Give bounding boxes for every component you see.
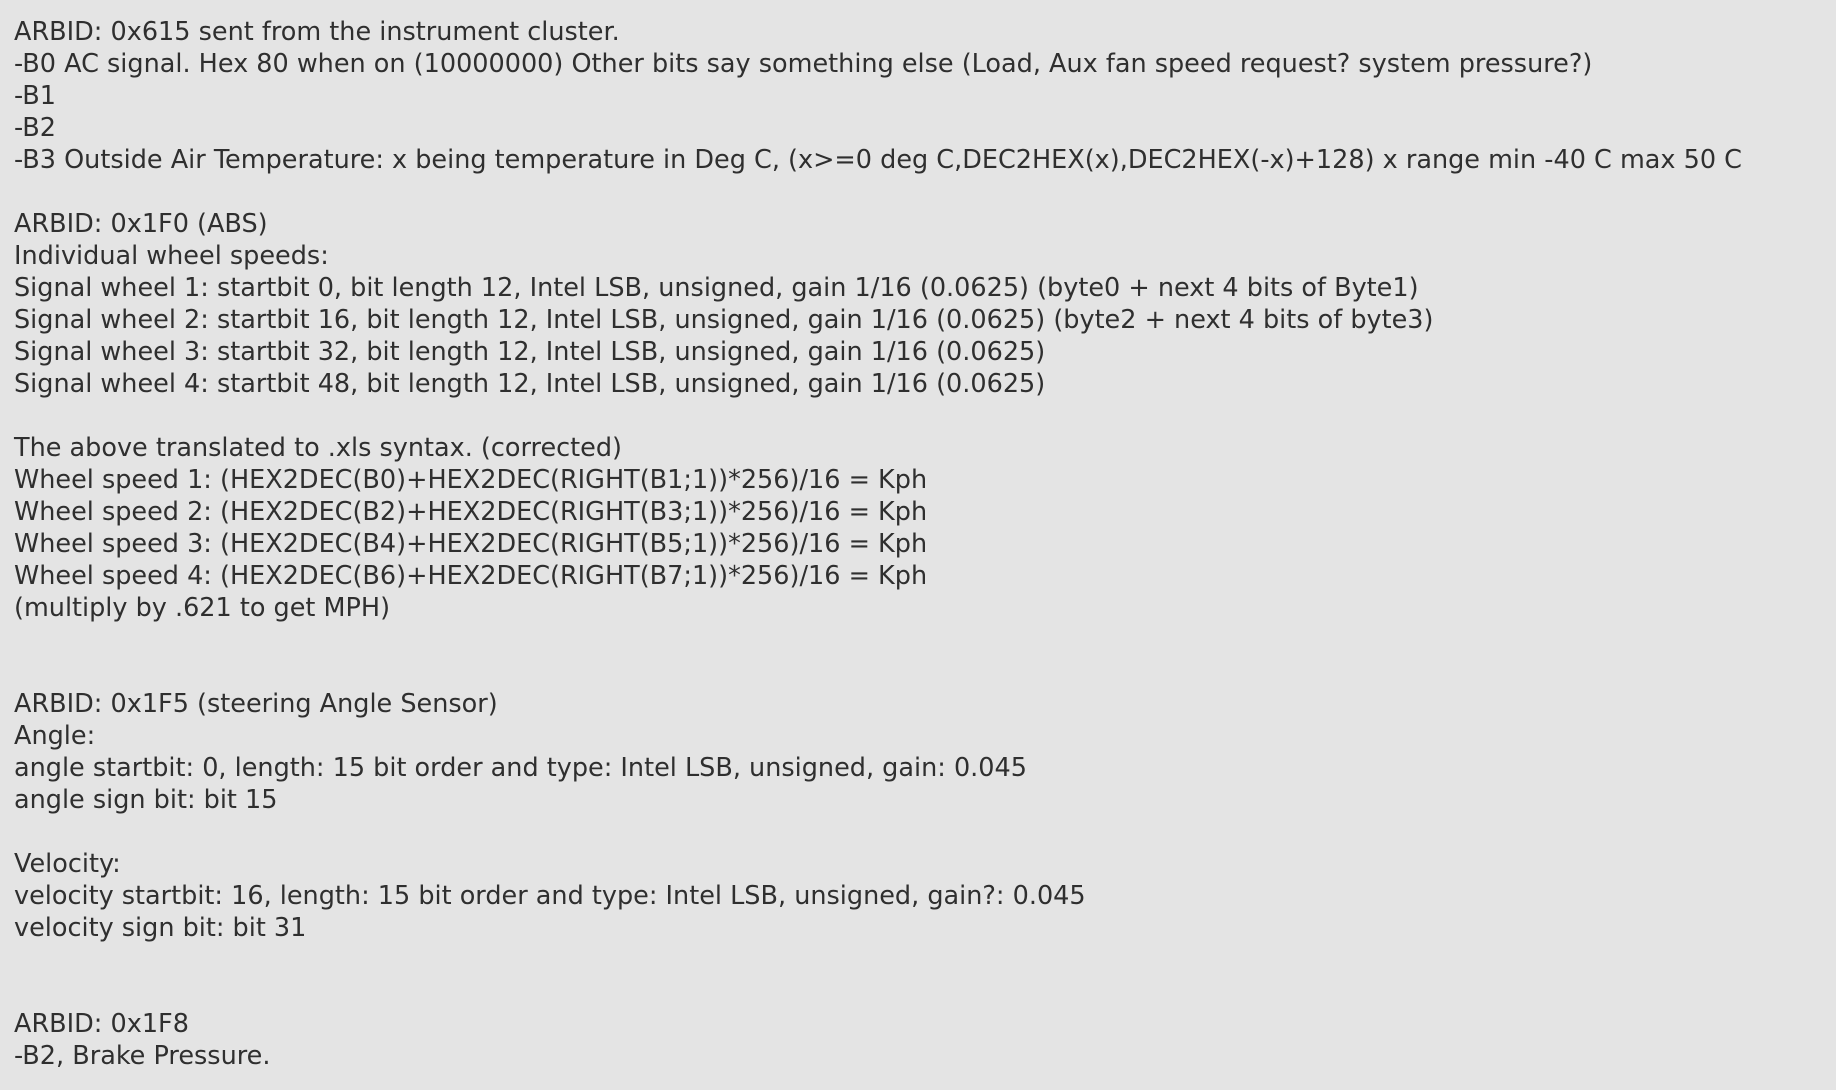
text-line: The above translated to .xls syntax. (co…: [14, 433, 622, 463]
text-line: angle sign bit: bit 15: [14, 785, 278, 815]
document-body: ARBID: 0x615 sent from the instrument cl…: [0, 0, 1836, 1090]
text-line: ARBID: 0x1F5 (steering Angle Sensor): [14, 689, 498, 719]
text-line: -B2, Brake Pressure.: [14, 1041, 271, 1071]
text-line: velocity sign bit: bit 31: [14, 913, 307, 943]
text-line: (multiply by .621 to get MPH): [14, 593, 391, 623]
text-line: Wheel speed 1: (HEX2DEC(B0)+HEX2DEC(RIGH…: [14, 465, 928, 495]
text-line: angle startbit: 0, length: 15 bit order …: [14, 753, 1027, 783]
text-line: ARBID: 0x615 sent from the instrument cl…: [14, 17, 620, 47]
text-line: Angle:: [14, 721, 96, 751]
text-line: Signal wheel 4: startbit 48, bit length …: [14, 369, 1046, 399]
text-line: -B2: [14, 113, 57, 143]
text-line: -B3 Outside Air Temperature: x being tem…: [14, 145, 1742, 175]
text-line: -B1: [14, 81, 57, 111]
text-line: Signal wheel 2: startbit 16, bit length …: [14, 305, 1434, 335]
text-line: Individual wheel speeds:: [14, 241, 329, 271]
text-line: -B0 AC signal. Hex 80 when on (10000000)…: [14, 49, 1593, 79]
text-line: velocity startbit: 16, length: 15 bit or…: [14, 881, 1086, 911]
text-line: Velocity:: [14, 849, 121, 879]
text-line: ARBID: 0x1F8: [14, 1009, 189, 1039]
text-line: Wheel speed 2: (HEX2DEC(B2)+HEX2DEC(RIGH…: [14, 497, 928, 527]
text-line: Wheel speed 4: (HEX2DEC(B6)+HEX2DEC(RIGH…: [14, 561, 928, 591]
text-line: Signal wheel 1: startbit 0, bit length 1…: [14, 273, 1419, 303]
text-line: ARBID: 0x1F0 (ABS): [14, 209, 268, 239]
text-line: Signal wheel 3: startbit 32, bit length …: [14, 337, 1046, 367]
text-line: Wheel speed 3: (HEX2DEC(B4)+HEX2DEC(RIGH…: [14, 529, 928, 559]
